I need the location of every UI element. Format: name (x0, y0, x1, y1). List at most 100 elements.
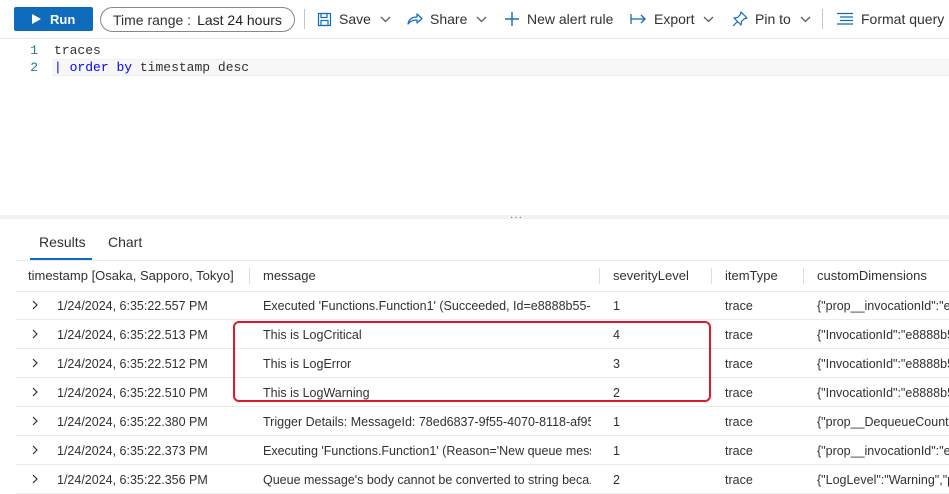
column-header-item-type[interactable]: itemType (725, 261, 778, 291)
column-divider[interactable] (803, 268, 804, 284)
cell-timestamp: 1/24/2024, 6:35:22.380 PM (57, 415, 208, 429)
table-row[interactable]: 1/24/2024, 6:35:22.380 PM Trigger Details… (16, 407, 949, 436)
cell-severity-level: 1 (613, 415, 620, 429)
format-query-label: Format query (861, 11, 945, 27)
toolbar-divider (822, 9, 823, 29)
cell-message: Trigger Details: MessageId: 78ed6837-9f5… (263, 415, 591, 429)
query-editor[interactable]: 1 traces 2 | order by timestamp desc (0, 39, 949, 215)
code-text: timestamp desc (139, 60, 250, 75)
save-label: Save (339, 11, 371, 27)
cell-custom-dimensions: {"prop__invocationId":"e8 (817, 444, 949, 458)
column-divider[interactable] (599, 268, 600, 284)
cell-message: This is LogCritical (263, 328, 362, 342)
column-header-timestamp[interactable]: timestamp [Osaka, Sapporo, Tokyo] (28, 261, 234, 291)
cell-item-type: trace (725, 473, 753, 487)
cell-timestamp: 1/24/2024, 6:35:22.557 PM (57, 299, 208, 313)
results-table-body: 1/24/2024, 6:35:22.557 PM Executed 'Funct… (16, 291, 949, 494)
cell-timestamp: 1/24/2024, 6:35:22.512 PM (57, 357, 208, 371)
time-range-label: Time range : (113, 11, 192, 28)
line-number: 1 (30, 43, 38, 58)
line-number: 2 (30, 60, 38, 75)
cell-custom-dimensions: {"InvocationId":"e8888b5 (817, 386, 949, 400)
cell-message: Queue message's body cannot be converted… (263, 473, 591, 487)
column-divider[interactable] (249, 268, 250, 284)
splitter-grip-icon[interactable]: ··· (510, 213, 523, 223)
cell-severity-level: 3 (613, 357, 620, 371)
chevron-right-icon[interactable] (30, 387, 40, 397)
toolbar-divider (304, 9, 305, 29)
pin-icon (732, 11, 748, 27)
cell-timestamp: 1/24/2024, 6:35:22.513 PM (57, 328, 208, 342)
cell-timestamp: 1/24/2024, 6:35:22.510 PM (57, 386, 208, 400)
chevron-right-icon[interactable] (30, 329, 40, 339)
tab-results[interactable]: Results (39, 234, 86, 250)
cell-severity-level: 1 (613, 299, 620, 313)
pane-splitter[interactable] (0, 215, 949, 219)
cell-item-type: trace (725, 386, 753, 400)
share-button[interactable]: Share (407, 7, 487, 31)
cell-severity-level: 4 (613, 328, 620, 342)
cell-item-type: trace (725, 444, 753, 458)
cell-custom-dimensions: {"LogLevel":"Warning","p (817, 473, 949, 487)
time-range-value: Last 24 hours (197, 11, 282, 28)
chevron-right-icon[interactable] (30, 416, 40, 426)
column-header-message[interactable]: message (263, 261, 316, 291)
code-line[interactable]: traces (54, 43, 101, 58)
code-line[interactable]: | order by timestamp desc (54, 60, 249, 75)
table-row[interactable]: 1/24/2024, 6:35:22.373 PM Executing 'Func… (16, 436, 949, 465)
table-row[interactable]: 1/24/2024, 6:35:22.510 PM This is LogWarn… (16, 378, 949, 407)
cell-custom-dimensions: {"prop__invocationId":"e8 (817, 299, 949, 313)
cell-message: Executing 'Functions.Function1' (Reason=… (263, 444, 591, 458)
new-alert-rule-label: New alert rule (527, 11, 614, 27)
table-row[interactable]: 1/24/2024, 6:35:22.557 PM Executed 'Funct… (16, 291, 949, 320)
cell-message: This is LogWarning (263, 386, 370, 400)
chevron-down-icon (800, 16, 811, 22)
table-row[interactable]: 1/24/2024, 6:35:22.512 PM This is LogErro… (16, 349, 949, 378)
cell-message: This is LogError (263, 357, 352, 371)
run-label: Run (50, 11, 76, 27)
cell-custom-dimensions: {"InvocationId":"e8888b5 (817, 328, 949, 342)
results-table-header: timestamp [Osaka, Sapporo, Tokyo] messag… (16, 260, 949, 292)
cell-message: Executed 'Functions.Function1' (Succeede… (263, 299, 591, 313)
cell-item-type: trace (725, 357, 753, 371)
export-button[interactable]: Export (630, 7, 714, 31)
plus-icon (505, 12, 519, 26)
cell-custom-dimensions: {"InvocationId":"e8888b5 (817, 357, 949, 371)
tab-chart[interactable]: Chart (108, 234, 142, 250)
pin-to-label: Pin to (755, 11, 791, 27)
chevron-right-icon[interactable] (30, 358, 40, 368)
pin-to-button[interactable]: Pin to (732, 7, 811, 31)
export-icon (630, 14, 646, 24)
new-alert-rule-button[interactable]: New alert rule (504, 7, 613, 31)
chevron-down-icon (380, 16, 391, 22)
table-row[interactable]: 1/24/2024, 6:35:22.356 PM Queue message's… (16, 465, 949, 494)
cell-item-type: trace (725, 299, 753, 313)
cell-severity-level: 1 (613, 444, 620, 458)
chevron-down-icon (704, 16, 714, 22)
column-header-custom-dimensions[interactable]: customDimensions (817, 261, 927, 291)
chevron-right-icon[interactable] (30, 474, 40, 484)
format-icon (837, 12, 853, 25)
format-query-button[interactable]: Format query (836, 7, 944, 31)
chevron-down-icon (476, 16, 487, 22)
chevron-right-icon[interactable] (30, 445, 40, 455)
time-range-picker[interactable]: Time range : Last 24 hours (100, 7, 295, 32)
cell-item-type: trace (725, 328, 753, 342)
save-icon (317, 12, 332, 26)
play-icon (32, 14, 41, 24)
save-button[interactable]: Save (317, 7, 391, 31)
cell-item-type: trace (725, 415, 753, 429)
run-button[interactable]: Run (14, 7, 93, 31)
cell-severity-level: 2 (613, 386, 620, 400)
code-keyword: order (69, 60, 109, 75)
chevron-right-icon[interactable] (30, 300, 40, 310)
share-label: Share (430, 11, 468, 27)
table-row[interactable]: 1/24/2024, 6:35:22.513 PM This is LogCrit… (16, 320, 949, 349)
code-pipe: | (54, 60, 62, 75)
code-text: traces (54, 43, 101, 58)
cell-timestamp: 1/24/2024, 6:35:22.373 PM (57, 444, 208, 458)
column-divider[interactable] (711, 268, 712, 284)
column-header-severity-level[interactable]: severityLevel (613, 261, 689, 291)
cell-custom-dimensions: {"prop__DequeueCount": (817, 415, 949, 429)
export-label: Export (654, 11, 695, 27)
